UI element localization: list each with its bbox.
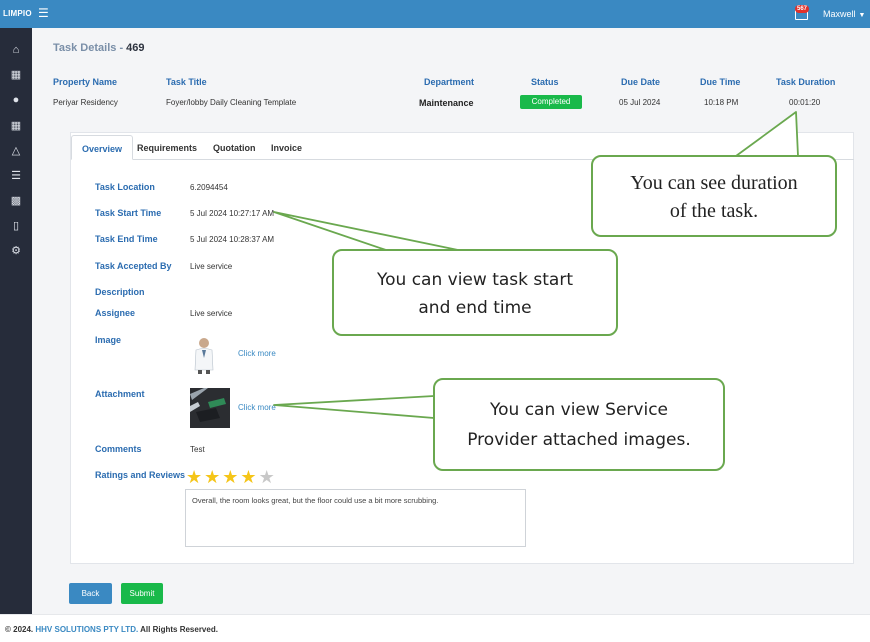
- comments-value: Test: [190, 445, 205, 454]
- menu-toggle-icon[interactable]: ☰: [38, 7, 49, 19]
- home-icon[interactable]: ⌂: [0, 44, 32, 56]
- flask-icon[interactable]: △: [0, 144, 32, 157]
- header-status: Status: [531, 77, 559, 87]
- header-due-date: Due Date: [621, 77, 661, 87]
- person-figure-icon: [194, 338, 214, 374]
- user-icon[interactable]: ●: [0, 94, 32, 106]
- submit-button[interactable]: Submit: [121, 583, 163, 604]
- description-label: Description: [95, 287, 145, 297]
- attachment-label: Attachment: [95, 389, 145, 399]
- user-name: Maxwell: [823, 9, 856, 19]
- due-time-value: 10:18 PM: [704, 98, 739, 107]
- page-title: Task Details - 469: [53, 42, 145, 54]
- task-start-time-value: 5 Jul 2024 10:27:17 AM: [190, 209, 275, 218]
- grid-icon[interactable]: ▦: [0, 119, 32, 132]
- caret-down-icon: ▼: [858, 12, 866, 19]
- header-task-title: Task Title: [166, 77, 207, 87]
- sidebar: ⌂ ▦ ● ▦ △ ☰ ▩ ▯ ⚙: [0, 28, 32, 614]
- attachment-thumbnail[interactable]: [190, 388, 230, 428]
- task-end-time-value: 5 Jul 2024 10:28:37 AM: [190, 235, 275, 244]
- tab-invoice[interactable]: Invoice: [261, 135, 312, 160]
- status-badge: Completed: [520, 95, 582, 109]
- footer: © 2024. HHV SOLUTIONS PTY LTD. All Right…: [0, 614, 870, 642]
- gear-icon[interactable]: ⚙: [0, 244, 32, 257]
- due-date-value: 05 Jul 2024: [619, 98, 661, 107]
- header-task-duration: Task Duration: [776, 77, 836, 87]
- star-icon[interactable]: ★: [222, 467, 240, 487]
- attachment-photo-icon: [190, 388, 230, 428]
- images-callout: You can view Service Provider attached im…: [433, 378, 725, 471]
- task-title-value: Foyer/lobby Daily Cleaning Template: [166, 98, 297, 107]
- star-icon[interactable]: ★: [240, 467, 258, 487]
- task-location-value: 6.2094454: [190, 183, 228, 192]
- tab-requirements[interactable]: Requirements: [127, 135, 207, 160]
- rating-stars[interactable]: ★★★★★: [186, 468, 277, 486]
- assignee-label: Assignee: [95, 308, 136, 318]
- star-icon[interactable]: ★: [259, 467, 277, 487]
- document-icon[interactable]: ▯: [0, 219, 32, 232]
- task-accepted-by-label: Task Accepted By: [95, 261, 172, 271]
- attachment-click-more-link[interactable]: Click more: [238, 403, 276, 412]
- footer-copyright: © 2024. HHV SOLUTIONS PTY LTD. All Right…: [5, 625, 218, 634]
- department-value: Maintenance: [419, 98, 474, 108]
- calendar-icon[interactable]: ▦: [0, 68, 32, 81]
- task-duration-value: 00:01:20: [789, 98, 821, 107]
- map-icon[interactable]: ▩: [0, 194, 32, 207]
- task-image-thumbnail[interactable]: [190, 336, 218, 374]
- notification-badge: 567: [795, 5, 810, 13]
- task-end-time-label: Task End Time: [95, 234, 158, 244]
- assignee-value: Live service: [190, 309, 233, 318]
- star-icon[interactable]: ★: [204, 467, 222, 487]
- list-icon[interactable]: ☰: [0, 169, 32, 182]
- task-accepted-by-value: Live service: [190, 262, 233, 271]
- review-textarea[interactable]: Overall, the room looks great, but the f…: [185, 489, 526, 547]
- header-property-name: Property Name: [53, 77, 118, 87]
- duration-callout: You can see duration of the task.: [591, 155, 837, 237]
- brand-logo[interactable]: LIMPIO: [3, 9, 32, 18]
- header-department: Department: [424, 77, 475, 87]
- user-menu[interactable]: Maxwell ▼: [823, 9, 865, 19]
- image-click-more-link[interactable]: Click more: [238, 349, 276, 358]
- notification-button[interactable]: 567: [794, 5, 810, 22]
- time-callout: You can view task start and end time: [332, 249, 618, 336]
- header-due-time: Due Time: [700, 77, 741, 87]
- top-navbar: LIMPIO ☰ 567 Maxwell ▼: [0, 0, 870, 28]
- company-link[interactable]: HHV SOLUTIONS PTY LTD.: [35, 625, 138, 634]
- property-name-value: Periyar Residency: [53, 98, 118, 107]
- task-location-label: Task Location: [95, 182, 155, 192]
- star-icon[interactable]: ★: [186, 467, 204, 487]
- back-button[interactable]: Back: [69, 583, 112, 604]
- task-id: 469: [126, 42, 145, 54]
- tab-quotation[interactable]: Quotation: [203, 135, 266, 160]
- tab-overview[interactable]: Overview: [71, 135, 134, 160]
- image-label: Image: [95, 335, 122, 345]
- comments-label: Comments: [95, 444, 142, 454]
- ratings-reviews-label: Ratings and Reviews: [95, 470, 186, 480]
- task-start-time-label: Task Start Time: [95, 208, 162, 218]
